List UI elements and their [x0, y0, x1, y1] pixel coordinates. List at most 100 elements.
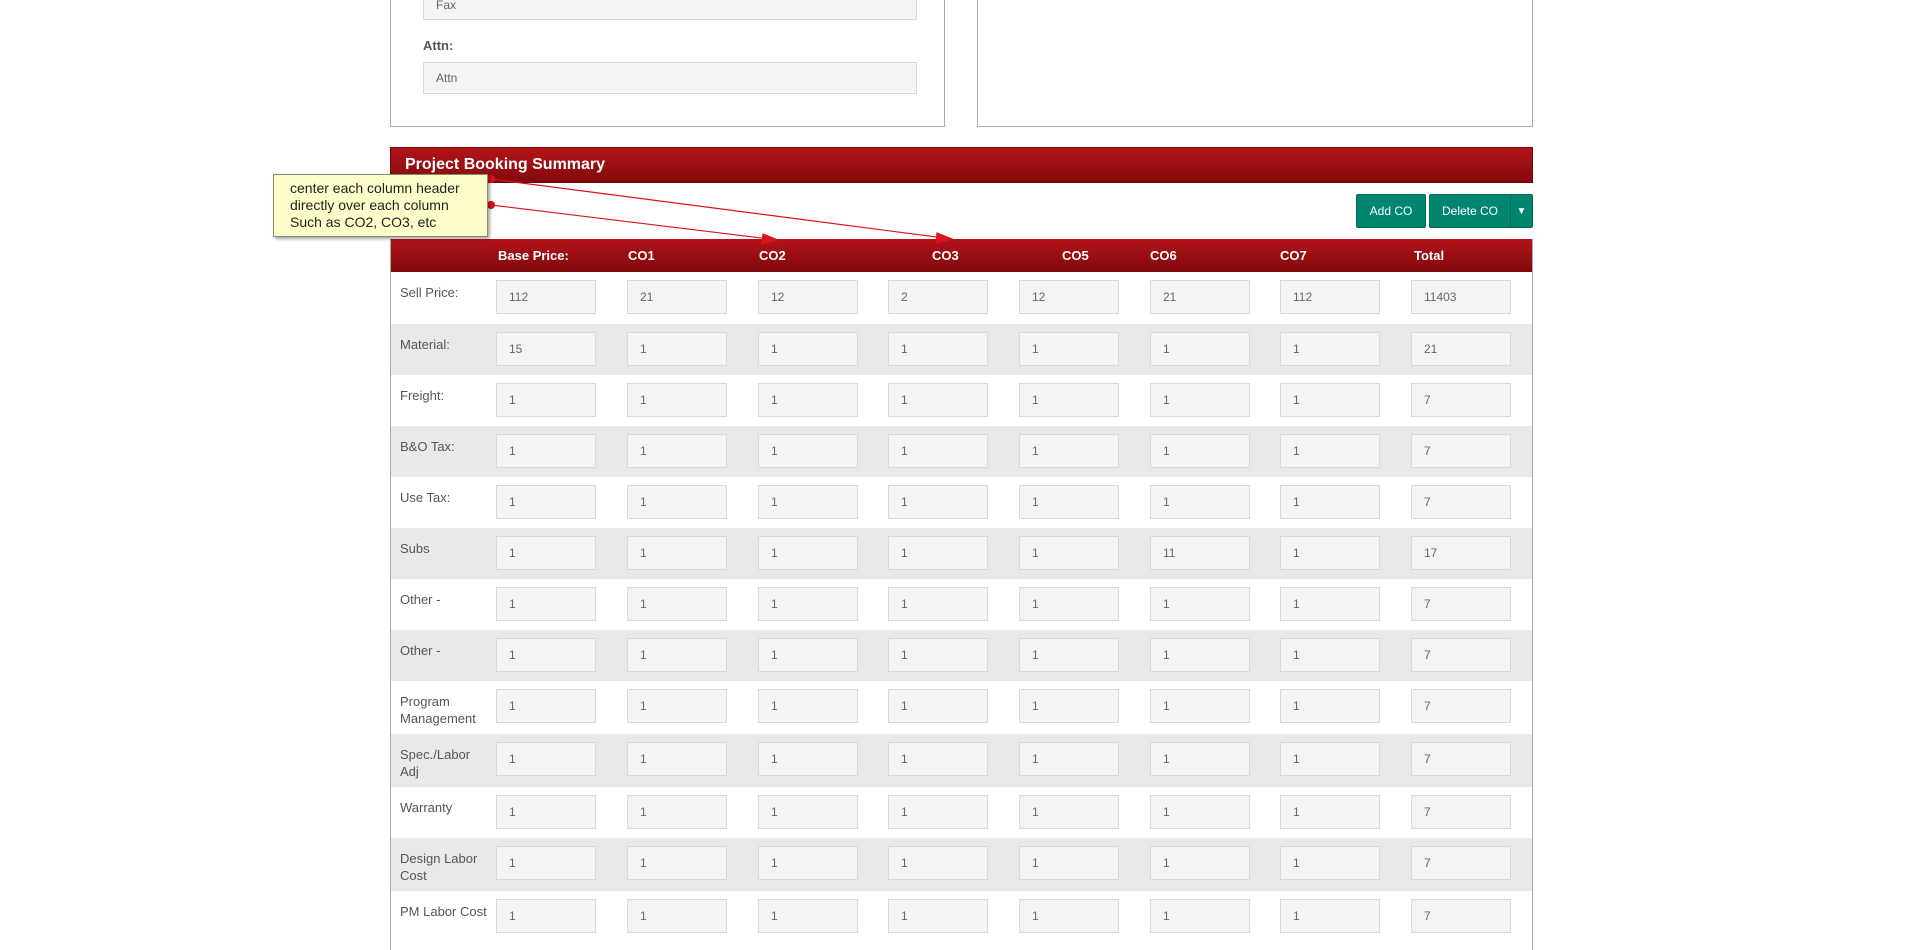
attn-input[interactable]: Attn	[423, 62, 917, 94]
amount-input[interactable]: 1	[496, 689, 596, 723]
amount-input[interactable]: 1	[496, 795, 596, 829]
amount-input[interactable]: 7	[1411, 485, 1511, 519]
amount-input[interactable]: 1	[496, 536, 596, 570]
amount-input[interactable]: 1	[1150, 795, 1250, 829]
amount-input[interactable]: 1	[888, 689, 988, 723]
amount-input[interactable]: 1	[1019, 536, 1119, 570]
amount-input[interactable]: 1	[1280, 689, 1380, 723]
amount-input[interactable]: 1	[888, 899, 988, 933]
amount-input[interactable]: 7	[1411, 689, 1511, 723]
amount-input[interactable]: 1	[758, 536, 858, 570]
amount-input[interactable]: 1	[1280, 742, 1380, 776]
amount-input[interactable]: 1	[758, 485, 858, 519]
amount-input[interactable]: 1	[1150, 846, 1250, 880]
amount-input[interactable]: 11	[1150, 536, 1250, 570]
amount-input[interactable]: 15	[496, 332, 596, 366]
amount-input[interactable]: 1	[1280, 536, 1380, 570]
amount-input[interactable]: 1	[1019, 332, 1119, 366]
amount-input[interactable]: 1	[1019, 587, 1119, 621]
amount-input[interactable]: 12	[758, 280, 858, 314]
amount-input[interactable]: 1	[627, 332, 727, 366]
amount-input[interactable]: 7	[1411, 846, 1511, 880]
amount-input[interactable]: 1	[758, 638, 858, 672]
add-co-button[interactable]: Add CO	[1356, 194, 1426, 228]
amount-input[interactable]: 1	[1150, 742, 1250, 776]
amount-input[interactable]: 7	[1411, 742, 1511, 776]
amount-input[interactable]: 1	[888, 383, 988, 417]
amount-input[interactable]: 1	[1280, 846, 1380, 880]
amount-input[interactable]: 1	[1150, 638, 1250, 672]
amount-input[interactable]: 1	[1280, 795, 1380, 829]
amount-input[interactable]: 1	[1150, 587, 1250, 621]
amount-input[interactable]: 1	[627, 485, 727, 519]
amount-input[interactable]: 21	[1150, 280, 1250, 314]
amount-input[interactable]: 1	[496, 638, 596, 672]
amount-input[interactable]: 1	[888, 332, 988, 366]
amount-input[interactable]: 1	[888, 638, 988, 672]
amount-input[interactable]: 1	[1280, 332, 1380, 366]
delete-co-button[interactable]: Delete CO	[1429, 194, 1511, 228]
amount-input[interactable]: 1	[627, 383, 727, 417]
amount-input[interactable]: 1	[1280, 434, 1380, 468]
amount-input[interactable]: 1	[496, 846, 596, 880]
amount-input[interactable]: 1	[1019, 638, 1119, 672]
amount-input[interactable]: 7	[1411, 383, 1511, 417]
amount-input[interactable]: 7	[1411, 899, 1511, 933]
amount-input[interactable]: 1	[758, 899, 858, 933]
amount-input[interactable]: 1	[758, 689, 858, 723]
amount-input[interactable]: 1	[1019, 434, 1119, 468]
amount-input[interactable]: 17	[1411, 536, 1511, 570]
amount-input[interactable]: 21	[1411, 332, 1511, 366]
amount-input[interactable]: 1	[1150, 332, 1250, 366]
amount-input[interactable]: 1	[627, 638, 727, 672]
amount-input[interactable]: 1	[888, 587, 988, 621]
amount-input[interactable]: 1	[1019, 742, 1119, 776]
amount-input[interactable]: 1	[758, 383, 858, 417]
amount-input[interactable]: 1	[758, 742, 858, 776]
amount-input[interactable]: 1	[1019, 485, 1119, 519]
amount-input[interactable]: 1	[888, 795, 988, 829]
amount-input[interactable]: 1	[1150, 899, 1250, 933]
amount-input[interactable]: 1	[627, 742, 727, 776]
delete-co-dropdown-toggle[interactable]: ▼	[1510, 194, 1533, 228]
amount-input[interactable]: 1	[1019, 383, 1119, 417]
amount-input[interactable]: 1	[1150, 689, 1250, 723]
amount-input[interactable]: 7	[1411, 638, 1511, 672]
amount-input[interactable]: 1	[496, 742, 596, 776]
amount-input[interactable]: 1	[496, 587, 596, 621]
amount-input[interactable]: 21	[627, 280, 727, 314]
amount-input[interactable]: 1	[1019, 846, 1119, 880]
amount-input[interactable]: 2	[888, 280, 988, 314]
amount-input[interactable]: 1	[888, 536, 988, 570]
amount-input[interactable]: 1	[496, 899, 596, 933]
amount-input[interactable]: 1	[758, 332, 858, 366]
amount-input[interactable]: 1	[1150, 383, 1250, 417]
amount-input[interactable]: 1	[627, 689, 727, 723]
amount-input[interactable]: 1	[627, 536, 727, 570]
amount-input[interactable]: 1	[496, 434, 596, 468]
amount-input[interactable]: 1	[888, 485, 988, 519]
amount-input[interactable]: 1	[627, 846, 727, 880]
amount-input[interactable]: 1	[758, 846, 858, 880]
amount-input[interactable]: 1	[888, 434, 988, 468]
amount-input[interactable]: 112	[496, 280, 596, 314]
amount-input[interactable]: 1	[496, 485, 596, 519]
amount-input[interactable]: 1	[758, 434, 858, 468]
amount-input[interactable]: 1	[1280, 899, 1380, 933]
amount-input[interactable]: 1	[1019, 795, 1119, 829]
amount-input[interactable]: 1	[1019, 899, 1119, 933]
amount-input[interactable]: 7	[1411, 434, 1511, 468]
amount-input[interactable]: 1	[888, 846, 988, 880]
amount-input[interactable]: 1	[888, 742, 988, 776]
amount-input[interactable]: 112	[1280, 280, 1380, 314]
amount-input[interactable]: 1	[1019, 689, 1119, 723]
amount-input[interactable]: 1	[1280, 485, 1380, 519]
amount-input[interactable]: 1	[496, 383, 596, 417]
amount-input[interactable]: 1	[1280, 587, 1380, 621]
amount-input[interactable]: 12	[1019, 280, 1119, 314]
amount-input[interactable]: 1	[758, 795, 858, 829]
amount-input[interactable]: 1	[1280, 383, 1380, 417]
amount-input[interactable]: 7	[1411, 587, 1511, 621]
fax-input[interactable]: Fax	[423, 0, 917, 20]
amount-input[interactable]: 1	[1280, 638, 1380, 672]
